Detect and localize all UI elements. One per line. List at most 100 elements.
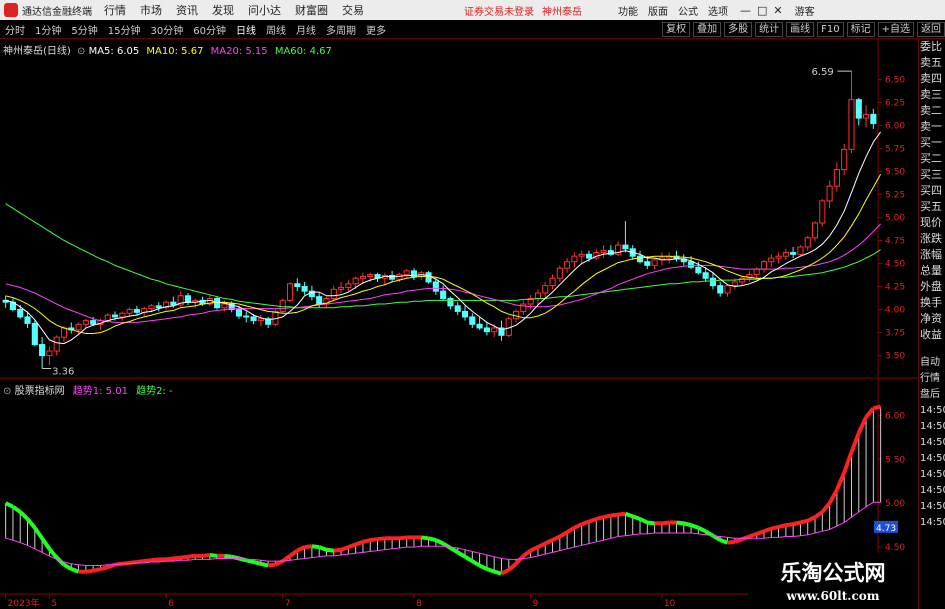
candle-body: [279, 299, 286, 312]
trend1-segment: [827, 489, 839, 505]
trend1-segment: [362, 538, 371, 544]
trend1-segment: [647, 520, 655, 526]
low-price-label: 3.36: [52, 366, 74, 377]
price-tick-label: 4.50: [885, 260, 905, 270]
close-icon[interactable]: ✕: [773, 4, 782, 17]
trend1-segment: [617, 511, 626, 517]
menu-item[interactable]: 交易: [342, 2, 364, 18]
trend1-segment: [756, 529, 765, 536]
menu-right-item[interactable]: 选项: [708, 3, 728, 18]
menu-item[interactable]: 财富圈: [295, 2, 328, 18]
menu-item[interactable]: 行情: [104, 2, 126, 18]
toolbar-button[interactable]: 叠加: [693, 21, 722, 37]
trend1-segment: [326, 547, 335, 553]
trend1-segment: [33, 526, 44, 540]
trend1-segment: [856, 416, 868, 434]
tick-list-item[interactable]: 14:50: [919, 467, 945, 483]
menu-item[interactable]: 市场: [140, 2, 162, 18]
period-tab[interactable]: 周线: [264, 22, 288, 37]
period-tab[interactable]: 分时: [3, 22, 27, 37]
trend1-segment: [311, 544, 320, 550]
period-tab[interactable]: 月线: [294, 22, 318, 37]
tick-list-item[interactable]: 14:50: [919, 483, 945, 499]
tick-list-item[interactable]: 14:50: [919, 419, 945, 435]
tick-list-item[interactable]: 14:50: [919, 515, 945, 531]
toolbar-button[interactable]: F10: [817, 21, 844, 37]
toolbar-button[interactable]: 统计: [755, 21, 784, 37]
period-tab[interactable]: 15分钟: [106, 22, 143, 37]
period-tab[interactable]: 多周期: [324, 22, 358, 37]
menu-right-item[interactable]: 版面: [648, 3, 668, 18]
trend1-segment: [11, 505, 22, 514]
price-tick-label: 4.25: [885, 283, 905, 293]
indicator-tick-label: 6.00: [885, 411, 905, 421]
panel-gap: [919, 343, 945, 355]
trend1-segment: [632, 514, 641, 521]
menu-item[interactable]: 资讯: [176, 2, 198, 18]
toolbar-button[interactable]: 多股: [724, 21, 753, 37]
toolbar-button[interactable]: 复权: [662, 21, 691, 37]
candle-body: [250, 316, 257, 322]
trend1-segment: [770, 524, 780, 531]
trend1-segment: [421, 535, 429, 541]
quote-field-label: 卖四: [920, 72, 942, 85]
toolbar-button[interactable]: 返回: [917, 21, 945, 37]
tick-list-item[interactable]: 行情: [919, 371, 945, 387]
trend1-segment: [471, 559, 481, 568]
candle-body: [235, 309, 243, 317]
menu-item[interactable]: 问小达: [248, 2, 281, 18]
period-tab[interactable]: 30分钟: [148, 22, 185, 37]
menu-right-item[interactable]: 公式: [678, 3, 698, 18]
tick-list-item[interactable]: 盘后: [919, 387, 945, 403]
candle-body: [330, 288, 337, 300]
trend1-segment: [792, 520, 801, 527]
trend1-segment: [202, 553, 211, 558]
toolbar-button[interactable]: +自选: [877, 21, 914, 37]
trade-login-warning[interactable]: 证券交易未登录: [464, 3, 534, 18]
stock-chart[interactable]: 6.50 6.25 6.00 5.75 5.50 5.25 5.00 4.75 4.50 4.25…: [0, 39, 918, 609]
candle-body: [257, 318, 264, 322]
watermark-url: www.60lt.com: [786, 589, 880, 603]
app-title: 通达信金融终端: [22, 6, 92, 18]
date-tick-label: 6: [168, 599, 174, 609]
quote-field-label: 买四: [920, 184, 942, 197]
minimize-icon[interactable]: —: [740, 4, 751, 17]
trend1-segment: [835, 471, 847, 491]
candle-body: [301, 286, 308, 292]
tick-list-item[interactable]: 自动: [919, 355, 945, 371]
candle-body: [695, 266, 702, 274]
price-tick-label: 5.00: [885, 214, 905, 224]
period-tab[interactable]: 60分钟: [191, 22, 228, 37]
trend1-segment: [25, 517, 37, 530]
trend1-segment: [697, 525, 707, 534]
candle-body: [155, 305, 162, 309]
period-tab[interactable]: 日线: [234, 22, 258, 37]
tick-list-item[interactable]: 14:50: [919, 451, 945, 467]
tick-list-item[interactable]: 14:50: [919, 403, 945, 419]
guest-label[interactable]: 游客: [795, 3, 815, 18]
candle-body: [243, 315, 250, 318]
candle-body: [111, 314, 119, 318]
menu-item[interactable]: 发现: [212, 2, 234, 18]
candle-body: [126, 309, 133, 314]
candle-body: [804, 237, 811, 248]
candle-body: [24, 316, 31, 324]
trend1-segment: [92, 567, 101, 573]
menu-right-item[interactable]: 功能: [618, 3, 638, 18]
restore-icon[interactable]: □: [757, 4, 767, 17]
period-tab[interactable]: 1分钟: [33, 22, 63, 37]
period-tab[interactable]: 5分钟: [69, 22, 99, 37]
candle-body: [636, 255, 644, 263]
candle-body: [534, 292, 541, 300]
candle-body: [841, 148, 848, 171]
trend1-segment: [428, 536, 437, 543]
period-tab[interactable]: 更多: [364, 22, 388, 37]
toolbar-button[interactable]: 画线: [786, 21, 815, 37]
quote-side-panel: 委比 卖五 卖四 卖三 卖二 卖一 买一 买二 买三 买四 买五 现价 涨跌 涨幅 总量 外盘 换手 净资 收益 自动…: [918, 39, 945, 609]
toolbar-button[interactable]: 标记: [846, 21, 875, 37]
quote-field-label: 卖一: [920, 120, 942, 133]
tick-list-item[interactable]: 14:50: [919, 499, 945, 515]
candle-body: [688, 261, 695, 268]
tick-list-item[interactable]: 14:50: [919, 435, 945, 451]
trend1-segment: [785, 522, 794, 528]
